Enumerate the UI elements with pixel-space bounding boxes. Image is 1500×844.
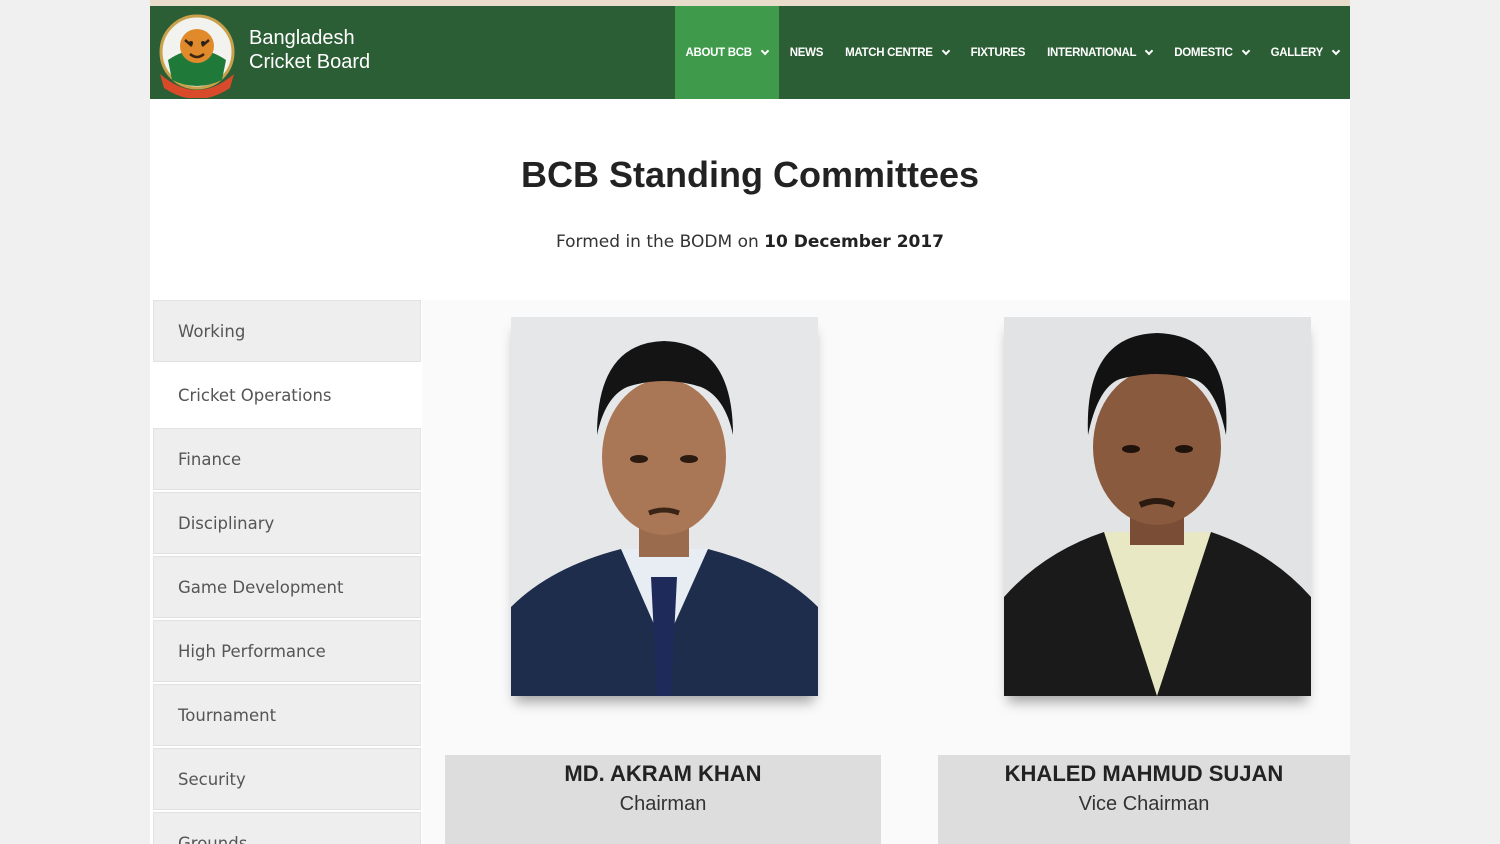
sidebar-item-disciplinary[interactable]: Disciplinary: [153, 492, 421, 554]
chevron-down-icon: [1241, 46, 1250, 55]
sidebar-item-label: Grounds: [178, 833, 248, 844]
nav-label: NEWS: [789, 46, 824, 59]
chevron-down-icon: [1145, 46, 1154, 55]
members-panel: MD. AKRAM KHAN Chairman KHALED MAHMUD SU…: [422, 300, 1350, 844]
sidebar-item-game-development[interactable]: Game Development: [153, 556, 421, 618]
nav-item-about-bcb[interactable]: ABOUT BCB: [674, 6, 779, 99]
brand-name[interactable]: Bangladesh Cricket Board: [249, 26, 370, 74]
member-card-2: KHALED MAHMUD SUJAN Vice Chairman: [938, 755, 1350, 844]
nav-label: GALLERY: [1270, 46, 1324, 59]
nav-label: ABOUT BCB: [685, 46, 753, 59]
sidebar-item-label: Working: [178, 321, 246, 341]
sidebar-item-cricket-operations[interactable]: Cricket Operations: [153, 364, 421, 426]
page-subtitle: Formed in the BODM on 10 December 2017: [150, 232, 1350, 252]
sidebar-item-label: Cricket Operations: [178, 385, 332, 405]
brand-line-2: Cricket Board: [249, 51, 371, 73]
sidebar-item-working[interactable]: Working: [153, 300, 421, 362]
nav-item-domestic[interactable]: DOMESTIC: [1163, 6, 1259, 99]
sidebar-item-label: High Performance: [178, 641, 326, 661]
nav-label: MATCH CENTRE: [845, 46, 933, 59]
sidebar-item-label: Security: [178, 769, 246, 789]
nav-item-international[interactable]: INTERNATIONAL: [1036, 6, 1163, 99]
sidebar-item-high-performance[interactable]: High Performance: [153, 620, 421, 682]
sidebar-item-label: Tournament: [178, 705, 277, 725]
page-title: BCB Standing Committees: [520, 154, 980, 195]
member-role: Vice Chairman: [1078, 793, 1210, 815]
sidebar-item-tournament[interactable]: Tournament: [153, 684, 421, 746]
subtitle-text: Formed in the BODM on: [555, 232, 759, 252]
sidebar-item-grounds[interactable]: Grounds: [153, 812, 421, 844]
sidebar-item-security[interactable]: Security: [153, 748, 421, 810]
page: Bangladesh Cricket Board ABOUT BCB NEWS MA…: [150, 0, 1350, 844]
nav-item-match-centre[interactable]: MATCH CENTRE: [834, 6, 960, 99]
site-header: Bangladesh Cricket Board ABOUT BCB NEWS MA…: [150, 6, 1350, 99]
subtitle-date: 10 December 2017: [764, 232, 945, 252]
member-photo-2: [1004, 317, 1311, 696]
main-nav: ABOUT BCB NEWS MATCH CENTRE FIXTURES INTERNA…: [674, 6, 1351, 99]
sidebar-item-label: Game Development: [178, 577, 344, 597]
member-photo-1: [511, 317, 818, 696]
bcb-logo[interactable]: [154, 10, 240, 99]
member-name: KHALED MAHMUD SUJAN: [1004, 761, 1284, 786]
member-role: Chairman: [619, 793, 707, 815]
nav-label: DOMESTIC: [1174, 46, 1233, 59]
sidebar-item-finance[interactable]: Finance: [153, 428, 421, 490]
nav-item-news[interactable]: NEWS: [779, 6, 834, 99]
chevron-down-icon: [1331, 46, 1341, 55]
nav-label: INTERNATIONAL: [1047, 46, 1137, 59]
brand-line-1: Bangladesh: [249, 27, 355, 49]
chevron-down-icon: [941, 46, 950, 55]
member-name: MD. AKRAM KHAN: [564, 761, 762, 786]
committee-sidebar: Working Cricket Operations Finance Discipli…: [153, 300, 421, 844]
nav-item-gallery[interactable]: GALLERY: [1260, 6, 1350, 99]
member-card-1: MD. AKRAM KHAN Chairman: [445, 755, 881, 844]
nav-label: FIXTURES: [970, 46, 1026, 59]
chevron-down-icon: [760, 46, 770, 55]
sidebar-item-label: Disciplinary: [178, 513, 275, 533]
sidebar-item-label: Finance: [178, 449, 242, 469]
nav-item-fixtures[interactable]: FIXTURES: [960, 6, 1036, 99]
